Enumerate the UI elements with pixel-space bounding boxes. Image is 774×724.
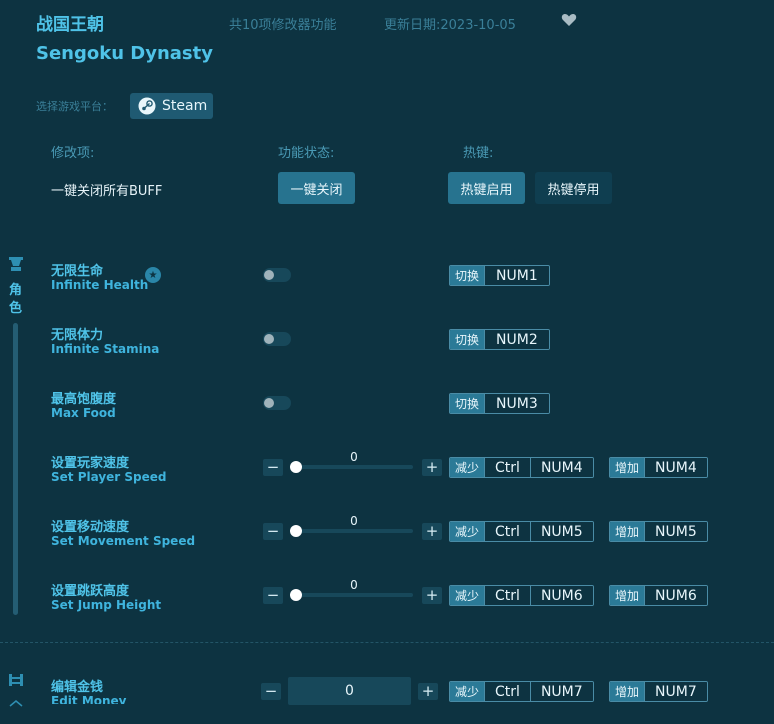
decrease-button[interactable]: −: [263, 523, 283, 540]
feature-name-en: Set Movement Speed: [51, 534, 196, 548]
hotkey-decrease-player-speed[interactable]: 减少 Ctrl NUM4: [449, 457, 594, 478]
increase-button[interactable]: +: [422, 587, 442, 604]
hotkey-key: NUM5: [644, 522, 707, 541]
hotkey-modifier: Ctrl: [484, 682, 530, 701]
hotkey-increase-jump-height[interactable]: 增加 NUM6: [609, 585, 708, 606]
category-label-1: 角: [9, 283, 23, 298]
hotkey-tag: 增加: [610, 522, 645, 541]
feature-name-en: Set Jump Height: [51, 598, 162, 612]
feature-name-en: Set Player Speed: [51, 470, 167, 484]
feature-name-cn: 设置玩家速度: [51, 456, 130, 471]
column-hotkey: 热键:: [463, 146, 494, 161]
steam-label: Steam: [162, 98, 208, 114]
hotkey-increase-player-speed[interactable]: 增加 NUM4: [609, 457, 708, 478]
game-title-cn: 战国王朝: [36, 15, 104, 35]
column-mod: 修改项:: [51, 146, 95, 161]
hotkey-increase-movement-speed[interactable]: 增加 NUM5: [609, 521, 708, 542]
category-scroll-bar: [13, 323, 18, 615]
hotkey-tag: 减少: [450, 586, 485, 605]
feature-name-cn: 编辑金钱: [51, 680, 104, 695]
feature-name-cn: 最高饱腹度: [51, 392, 117, 407]
hotkey-key: NUM2: [484, 330, 549, 349]
resource-icon: [9, 674, 23, 686]
hotkey-max-food[interactable]: 切换 NUM3: [449, 393, 550, 414]
chevron-icon: [9, 700, 23, 707]
hotkey-tag: 减少: [450, 522, 485, 541]
hotkey-tag: 切换: [450, 394, 485, 413]
update-date: 更新日期:2023-10-05: [384, 18, 516, 33]
hotkey-key: NUM7: [644, 682, 707, 701]
hotkey-enable-button[interactable]: 热键启用: [448, 172, 525, 204]
hotkey-tag: 增加: [610, 682, 645, 701]
slider-handle[interactable]: [290, 589, 302, 601]
increase-button[interactable]: +: [422, 459, 442, 476]
feature-name-en: Infinite Stamina: [51, 342, 160, 356]
feature-name-en: Max Food: [51, 406, 116, 420]
slider-value: 0: [350, 450, 358, 464]
hotkey-modifier: Ctrl: [484, 522, 530, 541]
feature-name-en: Infinite Health: [51, 278, 149, 292]
hotkey-key: NUM6: [644, 586, 707, 605]
feature-name-cn: 无限生命: [51, 264, 104, 279]
platform-label: 选择游戏平台：: [36, 100, 113, 113]
hotkey-key: NUM1: [484, 266, 549, 285]
movement-speed-slider[interactable]: [290, 529, 413, 533]
hotkey-decrease-movement-speed[interactable]: 减少 Ctrl NUM5: [449, 521, 594, 542]
increase-button[interactable]: +: [418, 683, 438, 700]
feature-name-cn: 无限体力: [51, 328, 104, 343]
slider-handle[interactable]: [290, 461, 302, 473]
star-icon: ★: [145, 267, 161, 283]
money-input[interactable]: 0: [288, 677, 411, 705]
infinite-stamina-toggle[interactable]: [263, 332, 291, 346]
feature-name-en: Edit Money: [51, 694, 127, 704]
feature-count: 共10项修改器功能: [229, 18, 337, 33]
decrease-button[interactable]: −: [263, 587, 283, 604]
slider-value: 0: [350, 578, 358, 592]
infinite-health-toggle[interactable]: [263, 268, 291, 282]
increase-button[interactable]: +: [422, 523, 442, 540]
hotkey-tag: 增加: [610, 586, 645, 605]
hotkey-modifier: Ctrl: [484, 458, 530, 477]
close-all-buff-label: 一键关闭所有BUFF: [51, 184, 163, 199]
close-all-button[interactable]: 一键关闭: [278, 172, 355, 204]
hotkey-tag: 减少: [450, 458, 485, 477]
hotkey-key: NUM3: [484, 394, 549, 413]
hotkey-tag: 切换: [450, 330, 485, 349]
decrease-button[interactable]: −: [263, 459, 283, 476]
slider-value: 0: [350, 514, 358, 528]
category-label-2: 色: [9, 301, 23, 316]
decrease-button[interactable]: −: [261, 683, 281, 700]
hotkey-tag: 切换: [450, 266, 485, 285]
section-divider: [0, 642, 774, 643]
player-speed-slider[interactable]: [290, 465, 413, 469]
hotkey-modifier: Ctrl: [484, 586, 530, 605]
hotkey-key: NUM4: [529, 458, 593, 477]
hotkey-key: NUM7: [529, 682, 593, 701]
feature-name-cn: 设置跳跃高度: [51, 584, 130, 599]
steam-icon: [138, 97, 156, 115]
steam-platform-button[interactable]: Steam: [130, 93, 213, 119]
hotkey-increase-money[interactable]: 增加 NUM7: [609, 681, 708, 702]
hotkey-infinite-stamina[interactable]: 切换 NUM2: [449, 329, 550, 350]
hotkey-tag: 增加: [610, 458, 645, 477]
hotkey-disable-button[interactable]: 热键停用: [535, 172, 612, 204]
column-status: 功能状态:: [278, 146, 335, 161]
hotkey-key: NUM4: [644, 458, 707, 477]
heart-icon[interactable]: [561, 12, 577, 28]
hotkey-key: NUM6: [529, 586, 593, 605]
hotkey-key: NUM5: [529, 522, 593, 541]
jump-height-slider[interactable]: [290, 593, 413, 597]
game-title-en: Sengoku Dynasty: [36, 43, 213, 64]
max-food-toggle[interactable]: [263, 396, 291, 410]
feature-name-cn: 设置移动速度: [51, 520, 130, 535]
hotkey-decrease-jump-height[interactable]: 减少 Ctrl NUM6: [449, 585, 594, 606]
hotkey-infinite-health[interactable]: 切换 NUM1: [449, 265, 550, 286]
slider-handle[interactable]: [290, 525, 302, 537]
character-icon: [9, 257, 23, 271]
hotkey-decrease-money[interactable]: 减少 Ctrl NUM7: [449, 681, 594, 702]
hotkey-tag: 减少: [450, 682, 485, 701]
